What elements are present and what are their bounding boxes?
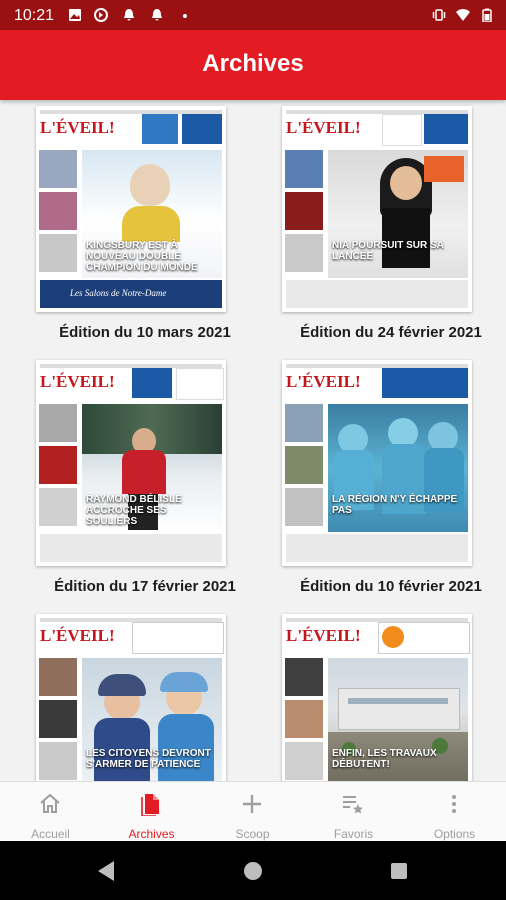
nav-label: Archives xyxy=(128,827,175,841)
wifi-icon xyxy=(456,9,470,21)
sync-icon xyxy=(94,8,108,22)
cover-brand: L'ÉVEIL! xyxy=(286,372,361,391)
nav-label: Accueil xyxy=(31,827,70,841)
bottom-navigation: Accueil Archives Scoop Favoris Options xyxy=(0,781,506,842)
cover-headline: KINGSBURY EST À NOUVEAU DOUBLE CHAMPION … xyxy=(86,240,198,273)
back-icon[interactable] xyxy=(96,860,116,882)
nav-label: Favoris xyxy=(333,827,374,841)
nav-label: Options xyxy=(433,827,476,841)
status-time: 10:21 xyxy=(14,7,55,24)
nav-item-favoris[interactable]: Favoris xyxy=(303,782,404,842)
cover-brand: L'ÉVEIL! xyxy=(40,372,115,391)
plus-icon xyxy=(243,795,261,813)
notification-icon xyxy=(124,9,134,21)
edition-cover[interactable]: L'ÉVEIL! KINGSBURY EST À NOUVEAU DOUBLE … xyxy=(36,106,226,312)
cover-headline: RAYMOND BÉLISLE ACCROCHE SES SOULIERS xyxy=(86,494,182,527)
document-icon xyxy=(141,794,159,816)
cover-bottom-text: Les Salons de Notre-Dame xyxy=(70,288,167,298)
edition-cover[interactable]: L'ÉVEIL! ENFIN, LES TRAVAUX DÉBUTENT! xyxy=(282,614,472,781)
notification-icon xyxy=(152,9,162,21)
dot-icon xyxy=(183,14,187,18)
nav-item-accueil[interactable]: Accueil xyxy=(0,782,101,842)
recents-icon[interactable] xyxy=(390,862,408,880)
cover-brand: L'ÉVEIL! xyxy=(40,118,115,137)
home-circle-icon[interactable] xyxy=(242,860,264,882)
status-bar: 10:21 xyxy=(0,0,506,30)
archives-grid[interactable]: L'ÉVEIL! KINGSBURY EST À NOUVEAU DOUBLE … xyxy=(0,100,506,781)
home-icon xyxy=(40,793,60,813)
edition-cover[interactable]: L'ÉVEIL! NIA POURSUIT SUR SA LANCÉE xyxy=(282,106,472,312)
cover-headline: LES CITOYENS DEVRONT S'ARMER DE PATIENCE xyxy=(86,748,211,770)
nav-item-archives[interactable]: Archives xyxy=(101,782,202,842)
edition-caption[interactable]: Édition du 24 février 2021 xyxy=(274,324,506,341)
edition-caption[interactable]: Édition du 10 mars 2021 xyxy=(28,324,262,341)
app-bar: Archives xyxy=(0,30,506,100)
edition-caption[interactable]: Édition du 17 février 2021 xyxy=(28,578,262,595)
cover-headline: ENFIN, LES TRAVAUX DÉBUTENT! xyxy=(332,748,437,770)
more-vert-icon xyxy=(452,795,456,813)
nav-item-scoop[interactable]: Scoop xyxy=(202,782,303,842)
nav-item-options[interactable]: Options xyxy=(404,782,505,842)
cover-headline: NIA POURSUIT SUR SA LANCÉE xyxy=(332,240,444,262)
battery-icon xyxy=(482,8,492,22)
page-title: Archives xyxy=(202,50,304,77)
cover-brand: L'ÉVEIL! xyxy=(286,626,361,645)
system-navigation-bar xyxy=(0,841,506,900)
star-list-icon xyxy=(343,796,363,814)
edition-caption[interactable]: Édition du 10 février 2021 xyxy=(274,578,506,595)
cover-brand: L'ÉVEIL! xyxy=(286,118,361,137)
cover-headline: LA RÉGION N'Y ÉCHAPPE PAS xyxy=(332,494,458,516)
edition-cover[interactable]: L'ÉVEIL! LES CITOYENS DEVRONT S'ARMER DE… xyxy=(36,614,226,781)
image-icon xyxy=(69,9,81,21)
nav-label: Scoop xyxy=(235,827,270,841)
edition-cover[interactable]: L'ÉVEIL! LA RÉGION N'Y ÉCHAPPE PAS xyxy=(282,360,472,566)
cover-brand: L'ÉVEIL! xyxy=(40,626,115,645)
vibrate-icon xyxy=(432,9,446,21)
edition-cover[interactable]: L'ÉVEIL! RAYMOND BÉLISLE ACCROCHE SES SO… xyxy=(36,360,226,566)
